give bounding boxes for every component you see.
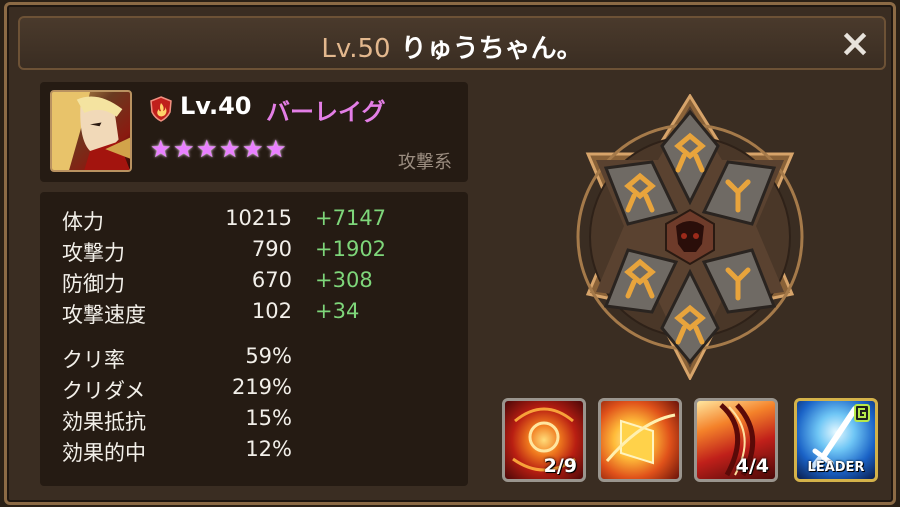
monster-portrait[interactable]	[50, 90, 132, 172]
stat-label: 体力	[62, 210, 104, 234]
stat-bonus: +7147	[315, 206, 387, 230]
stat-row: クリダメ 219%	[62, 375, 462, 405]
monster-level: Lv.40	[180, 92, 252, 120]
monster-card: Lv.40 バーレイグ ★ ★ ★ ★ ★ ★ 攻撃系	[40, 82, 468, 182]
skill-bar: 2/9 4/4 LEADER	[502, 398, 882, 486]
stat-label: クリダメ	[62, 379, 146, 403]
stat-row: 体力 10215 +7147	[62, 206, 462, 236]
rune-slots	[562, 93, 818, 382]
stat-value: 12%	[245, 437, 292, 461]
stat-row: 攻撃力 790 +1902	[62, 237, 462, 267]
star-icon: ★	[219, 135, 241, 163]
stat-row: 効果抵抗 15%	[62, 406, 462, 436]
fire-shield-skill-icon	[605, 413, 676, 465]
star-icon: ★	[242, 135, 264, 163]
skill-slot-leader[interactable]: LEADER	[794, 398, 878, 482]
skill-slot-1[interactable]: 2/9	[502, 398, 586, 482]
stat-label: 攻撃速度	[62, 303, 146, 327]
stats-panel: 体力 10215 +7147 攻撃力 790 +1902 防御力 670 +308 攻撃速度 102…	[40, 192, 468, 486]
stat-row: クリ率 59%	[62, 344, 462, 374]
stat-row: 防御力 670 +308	[62, 268, 462, 298]
monster-portrait-image	[52, 92, 130, 170]
monster-name: バーレイグ	[266, 98, 386, 126]
leader-label: LEADER	[807, 460, 865, 475]
stat-value: 219%	[231, 375, 292, 399]
stat-value: 102	[251, 299, 292, 323]
star-icon: ★	[150, 135, 172, 163]
skill-1-count: 2/9	[543, 455, 577, 477]
stat-label: 効果的中	[62, 441, 146, 465]
stat-row: 攻撃速度 102 +34	[62, 299, 462, 329]
stat-value: 790	[251, 237, 292, 261]
stat-label: 防御力	[62, 272, 125, 296]
star-rating: ★ ★ ★ ★ ★ ★	[150, 135, 287, 163]
stat-value: 10215	[225, 206, 292, 230]
star-icon: ★	[173, 135, 195, 163]
skill-3-count: 4/4	[735, 455, 769, 477]
stat-label: 効果抵抗	[62, 410, 146, 434]
stat-bonus: +34	[315, 299, 360, 323]
player-level: Lv.50	[321, 34, 391, 64]
stat-value: 59%	[245, 344, 292, 368]
fire-attribute-icon	[150, 96, 172, 122]
close-icon: ×	[839, 21, 871, 65]
stat-value: 15%	[245, 406, 292, 430]
page-title: Lv.50 りゅうちゃん。	[20, 28, 884, 65]
stat-bonus: +1902	[315, 237, 387, 261]
header-bar: Lv.50 りゅうちゃん。 ×	[18, 16, 886, 70]
stat-bonus: +308	[315, 268, 373, 292]
stat-label: クリ率	[62, 348, 125, 372]
stat-value: 670	[251, 268, 292, 292]
close-button[interactable]: ×	[838, 24, 872, 62]
skill-slot-3[interactable]: 4/4	[694, 398, 778, 482]
star-icon: ★	[265, 135, 287, 163]
stat-row: 効果的中 12%	[62, 437, 462, 467]
monster-type: 攻撃系	[398, 152, 452, 173]
star-icon: ★	[196, 135, 218, 163]
stat-label: 攻撃力	[62, 241, 125, 265]
player-name: りゅうちゃん。	[400, 34, 583, 64]
skill-slot-2[interactable]	[598, 398, 682, 482]
